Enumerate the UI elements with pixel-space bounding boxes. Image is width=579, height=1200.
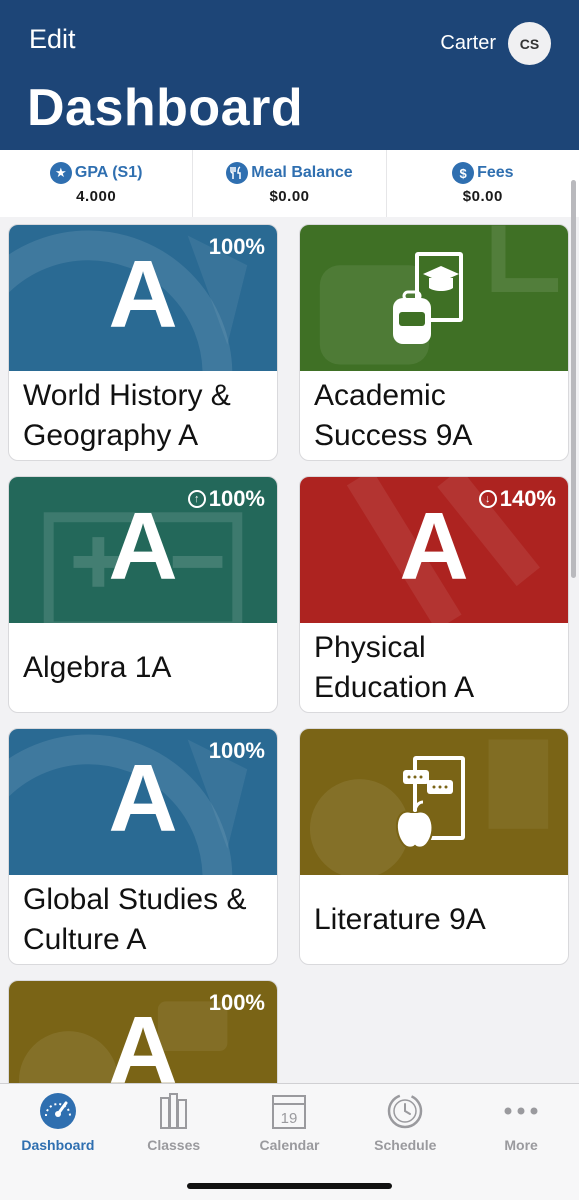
stat-meal-balance[interactable]: Meal Balance $0.00 bbox=[193, 150, 387, 217]
avatar[interactable]: CS bbox=[508, 22, 551, 65]
tab-dashboard[interactable]: Dashboard bbox=[0, 1084, 116, 1200]
course-percent: ↓ 140% bbox=[478, 486, 556, 512]
percent-value: 100% bbox=[208, 486, 265, 511]
course-name: Academic Success 9A bbox=[314, 378, 473, 452]
tab-label: Schedule bbox=[374, 1137, 437, 1153]
calendar-day: 19 bbox=[281, 1110, 298, 1127]
user-name: Carter bbox=[440, 32, 496, 54]
home-indicator[interactable] bbox=[187, 1183, 392, 1189]
ellipsis-icon bbox=[501, 1091, 541, 1131]
utensils-icon bbox=[226, 162, 249, 184]
course-name: Global Studies & Culture A bbox=[23, 882, 247, 956]
tab-label: Dashboard bbox=[21, 1137, 95, 1153]
stat-value: $0.00 bbox=[462, 188, 503, 205]
scrollbar[interactable] bbox=[571, 180, 576, 578]
course-percent: 100% bbox=[209, 990, 265, 1016]
course-grade: A bbox=[399, 493, 469, 600]
course-card-global-studies[interactable]: A 100% Global Studies & Culture A bbox=[8, 728, 278, 965]
percent-value: 140% bbox=[499, 486, 556, 511]
course-name: World History & Geography A bbox=[23, 378, 231, 452]
book-apple-icon bbox=[395, 756, 465, 849]
stat-label: Meal Balance bbox=[251, 164, 353, 181]
backpack-book-icon bbox=[393, 252, 463, 344]
course-grade: A bbox=[108, 745, 178, 852]
header: Edit Carter CS Dashboard bbox=[0, 0, 579, 150]
course-name: Literature 9A bbox=[314, 902, 486, 936]
stat-gpa[interactable]: ★ GPA (S1) 4.000 bbox=[0, 150, 194, 217]
stat-fees[interactable]: $ Fees $0.00 bbox=[387, 150, 579, 217]
percent-value: 100% bbox=[208, 990, 265, 1015]
clock-icon bbox=[385, 1091, 425, 1131]
course-grade: A bbox=[108, 241, 178, 348]
arrow-up-icon: ↑ bbox=[187, 490, 206, 508]
tab-label: Calendar bbox=[259, 1137, 320, 1153]
edit-button[interactable]: Edit bbox=[29, 24, 76, 55]
course-name: Algebra 1A bbox=[23, 650, 172, 684]
stat-label: Fees bbox=[477, 164, 514, 181]
course-card-algebra[interactable]: A ↑ 100% Algebra 1A bbox=[8, 476, 278, 713]
user-profile[interactable]: Carter CS bbox=[440, 22, 551, 65]
tab-label: Classes bbox=[147, 1137, 201, 1153]
books-icon bbox=[154, 1091, 194, 1131]
stat-value: 4.000 bbox=[76, 188, 117, 205]
course-card-physical-education[interactable]: A ↓ 140% Physical Education A bbox=[299, 476, 569, 713]
tab-label: More bbox=[504, 1137, 538, 1153]
course-card-world-history[interactable]: A 100% World History & Geography A bbox=[8, 224, 278, 461]
course-grade: A bbox=[108, 493, 178, 600]
course-card-academic-success[interactable]: Academic Success 9A bbox=[299, 224, 569, 461]
stat-label: GPA (S1) bbox=[74, 164, 143, 181]
course-percent: 100% bbox=[209, 234, 265, 260]
course-name: Physical Education A bbox=[314, 630, 475, 704]
course-percent: 100% bbox=[209, 738, 265, 764]
course-card-literature[interactable]: Literature 9A bbox=[299, 728, 569, 965]
tab-more[interactable]: More bbox=[463, 1084, 579, 1200]
dollar-icon: $ bbox=[452, 162, 475, 184]
calendar-icon: 19 bbox=[269, 1091, 309, 1131]
course-percent: ↑ 100% bbox=[187, 486, 265, 512]
star-icon: ★ bbox=[49, 162, 72, 184]
stats-bar: ★ GPA (S1) 4.000 Meal Balance $0.00 $ Fe… bbox=[0, 150, 579, 217]
gauge-icon bbox=[38, 1091, 78, 1131]
arrow-down-icon: ↓ bbox=[478, 490, 497, 508]
stat-value: $0.00 bbox=[269, 188, 310, 205]
page-title: Dashboard bbox=[27, 79, 304, 137]
percent-value: 100% bbox=[208, 234, 265, 259]
percent-value: 100% bbox=[208, 738, 265, 763]
